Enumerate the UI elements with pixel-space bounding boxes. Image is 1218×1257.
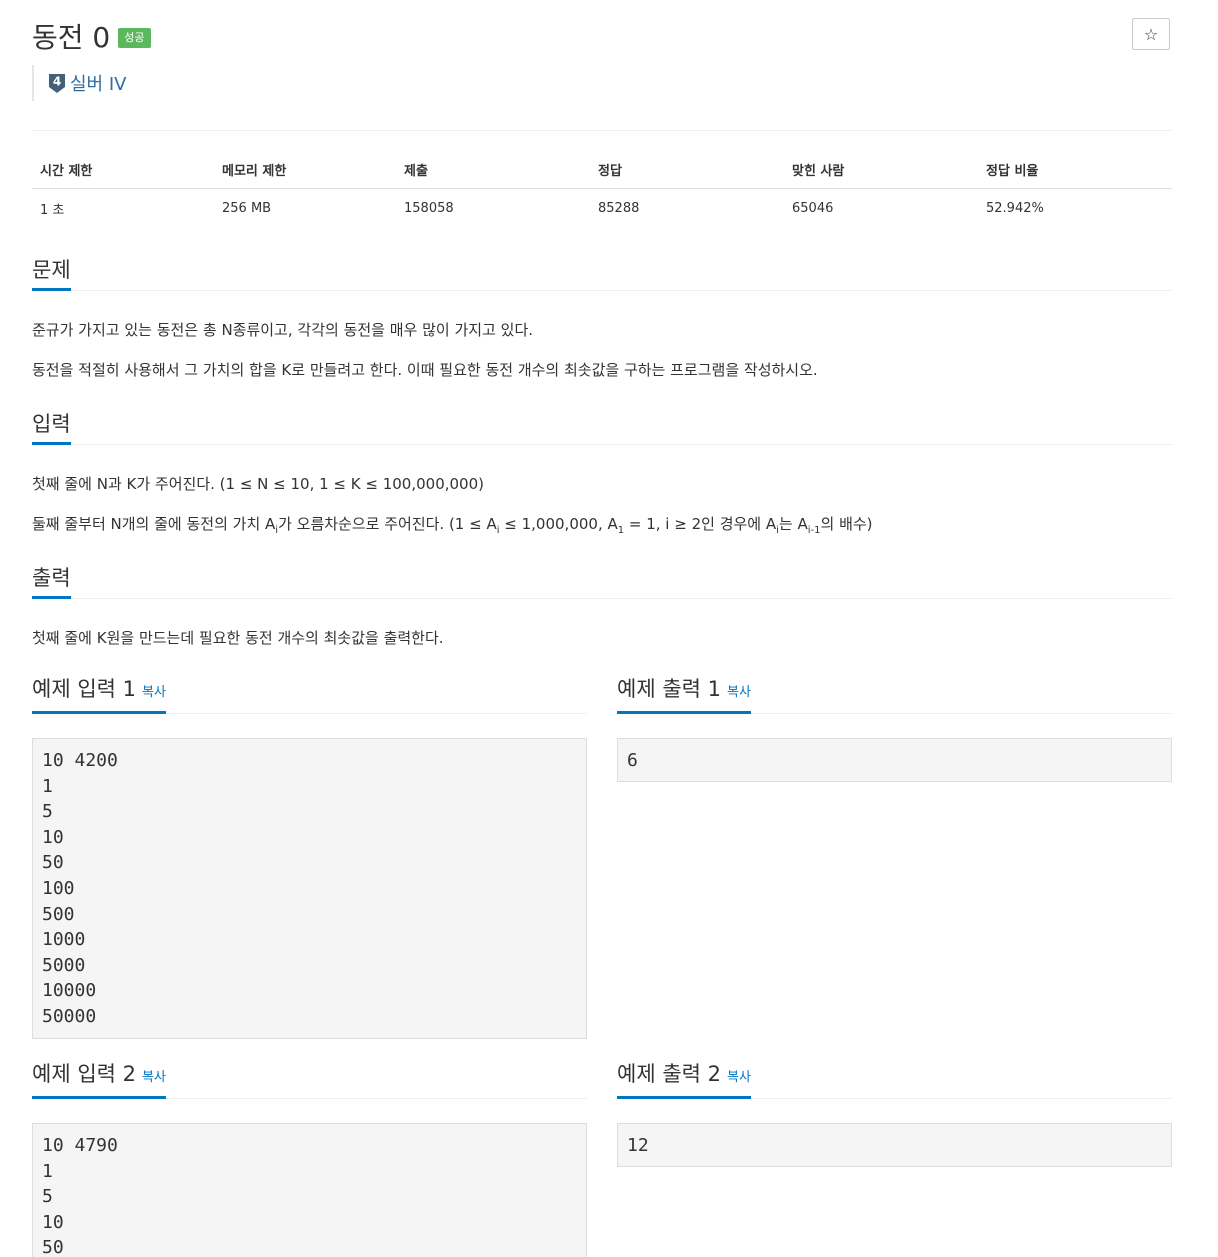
- sample-output-1-title: 예제 출력 1: [617, 677, 721, 701]
- title-row: 동전 0 성공: [32, 18, 151, 58]
- sample-input-1-header: 예제 입력 1 복사: [32, 675, 587, 714]
- tier-row[interactable]: 4 실버 IV: [32, 65, 126, 101]
- output-paragraph: 첫째 줄에 K원을 만드는데 필요한 동전 개수의 최솟값을 출력한다.: [32, 629, 444, 647]
- problem-paragraph-2: 동전을 적절히 사용해서 그 가치의 합을 K로 만들려고 한다. 이때 필요한…: [32, 361, 818, 379]
- sample-input-2-header: 예제 입력 2 복사: [32, 1060, 587, 1099]
- header-submissions: 제출: [396, 150, 590, 189]
- sample-output-2-title: 예제 출력 2: [617, 1062, 721, 1086]
- section-input-title: 입력: [32, 410, 71, 445]
- copy-sample-input-2-button[interactable]: 복사: [142, 1070, 166, 1085]
- problem-info-table: 시간 제한 메모리 제한 제출 정답 맞힌 사람 정답 비율 1 초 256 M…: [32, 150, 1172, 228]
- problem-paragraph-1: 준규가 가지고 있는 동전은 총 N종류이고, 각각의 동전을 매우 많이 가지…: [32, 321, 534, 339]
- cell-memory-limit: 256 MB: [222, 201, 272, 216]
- header-memory-limit: 메모리 제한: [214, 150, 396, 189]
- cell-submissions: 158058: [404, 201, 454, 216]
- sample-input-1-title: 예제 입력 1: [32, 677, 136, 701]
- copy-sample-input-1-button[interactable]: 복사: [142, 685, 166, 700]
- header-accepted: 정답: [590, 150, 784, 189]
- sample-input-2[interactable]: 10 4790 1 5 10 50 100 500 1000 5000 1000…: [32, 1123, 587, 1257]
- input-paragraph-1: 첫째 줄에 N과 K가 주어진다. (1 ≤ N ≤ 10, 1 ≤ K ≤ 1…: [32, 475, 484, 493]
- tier-label: 실버 IV: [70, 74, 127, 95]
- section-input-header: 입력: [32, 406, 1172, 445]
- header-time-limit: 시간 제한: [32, 150, 214, 189]
- cell-accepted: 85288: [598, 201, 640, 216]
- status-badge: 성공: [118, 28, 151, 48]
- copy-sample-output-2-button[interactable]: 복사: [727, 1070, 751, 1085]
- page-title: 동전 0: [32, 21, 111, 54]
- copy-sample-output-1-button[interactable]: 복사: [727, 685, 751, 700]
- cell-accept-ratio: 52.942%: [986, 201, 1044, 216]
- header-solved-users: 맞힌 사람: [784, 150, 978, 189]
- section-problem-title: 문제: [32, 256, 71, 291]
- table-header-row: 시간 제한 메모리 제한 제출 정답 맞힌 사람 정답 비율: [32, 150, 1172, 189]
- divider: [32, 130, 1172, 131]
- sample-output-1-header: 예제 출력 1 복사: [617, 675, 1172, 714]
- sample-output-1[interactable]: 6: [617, 738, 1172, 782]
- cell-time-limit: 1 초: [40, 203, 65, 218]
- tier-level: 4: [53, 75, 61, 89]
- table-row: 1 초 256 MB 158058 85288 65046 52.942%: [32, 189, 1172, 229]
- sample-input-1[interactable]: 10 4200 1 5 10 50 100 500 1000 5000 1000…: [32, 738, 587, 1039]
- star-icon: ☆: [1143, 24, 1159, 44]
- star-button[interactable]: ☆: [1132, 18, 1170, 50]
- silver-tier-icon: 4: [49, 74, 65, 93]
- sample-output-2-header: 예제 출력 2 복사: [617, 1060, 1172, 1099]
- input-paragraph-2: 둘째 줄부터 N개의 줄에 동전의 가치 Ai가 오름차순으로 주어진다. (1…: [32, 515, 873, 536]
- section-output-header: 출력: [32, 560, 1172, 599]
- header-accept-ratio: 정답 비율: [978, 150, 1172, 189]
- cell-solved-users: 65046: [792, 201, 834, 216]
- sample-input-2-title: 예제 입력 2: [32, 1062, 136, 1086]
- section-output-title: 출력: [32, 564, 71, 599]
- section-problem-header: 문제: [32, 252, 1172, 291]
- sample-output-2[interactable]: 12: [617, 1123, 1172, 1167]
